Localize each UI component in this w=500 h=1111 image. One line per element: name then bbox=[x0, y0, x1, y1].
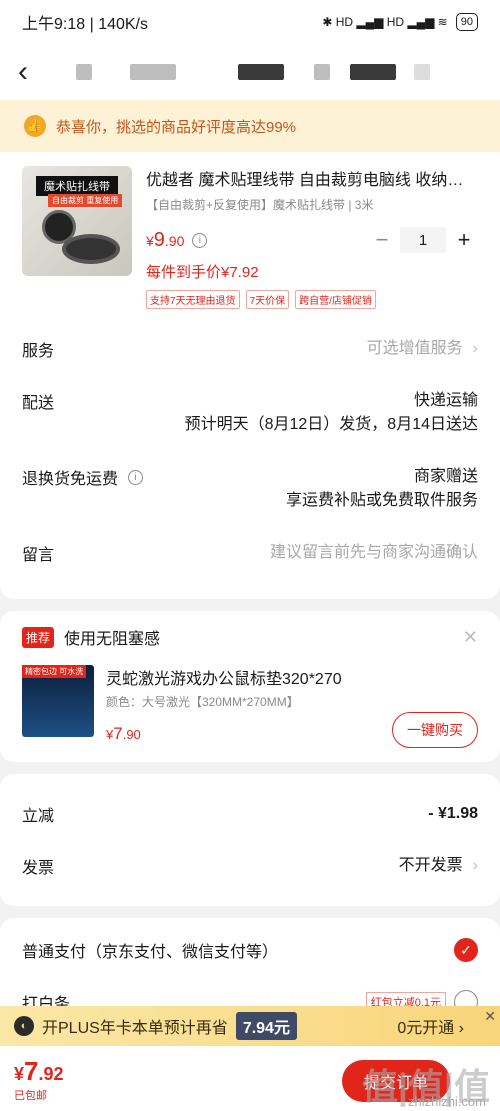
plus-amount: 7.94元 bbox=[235, 1012, 297, 1040]
product-image-sub: 自由裁剪 重复使用 bbox=[48, 194, 123, 207]
recommend-header: 推荐 使用无阻塞感 ✕ bbox=[22, 625, 478, 649]
plus-promo-bar[interactable]: ◐ 开PLUS年卡本单预计再省 7.94元 0元开通 › ✕ bbox=[0, 1006, 500, 1046]
increment-button[interactable]: + bbox=[450, 227, 478, 253]
service-value: 可选增值服务 › bbox=[366, 340, 478, 357]
product-spec[interactable]: 【自由裁剪+反复使用】魔术贴扎线带 | 3米 bbox=[146, 196, 478, 213]
invoice-value: 不开发票 › bbox=[398, 857, 478, 874]
note-input[interactable]: 建议留言前先与商家沟通确认 bbox=[270, 541, 478, 565]
badge-promo: 跨自营/店铺促销 bbox=[295, 290, 376, 309]
unit-price: 每件到手价¥7.92 bbox=[146, 264, 259, 281]
info-icon[interactable]: i bbox=[192, 232, 208, 248]
quantity-stepper: − 1 + bbox=[368, 227, 478, 253]
product-image-tag: 魔术贴扎线带 bbox=[36, 176, 118, 196]
product-item: 魔术贴扎线带 自由裁剪 重复使用 优越者 魔术贴理线带 自由裁剪电脑线 收纳… … bbox=[22, 166, 478, 309]
discount-label: 立减 bbox=[22, 808, 55, 825]
service-label: 服务 bbox=[22, 343, 55, 360]
redacted-block bbox=[238, 64, 284, 80]
invoice-row[interactable]: 发票 不开发票 › bbox=[22, 840, 478, 892]
watermark-url: zhizhizhi.com bbox=[407, 1094, 486, 1109]
product-price: ¥9.90 bbox=[146, 228, 185, 251]
redacted-block bbox=[314, 64, 330, 80]
product-image[interactable]: 魔术贴扎线带 自由裁剪 重复使用 bbox=[22, 166, 132, 276]
praise-banner: 👍 恭喜你，挑选的商品好评度高达99% bbox=[0, 100, 500, 152]
note-label: 留言 bbox=[22, 547, 55, 564]
delivery-row[interactable]: 配送 快递运输 预计明天（8月12日）发货，8月14日送达 bbox=[22, 375, 478, 451]
product-title[interactable]: 优越者 魔术贴理线带 自由裁剪电脑线 收纳… bbox=[146, 166, 478, 190]
signal-icon: ✱ HD ▂▄▆ HD ▂▄▆ ≋ bbox=[322, 15, 448, 29]
nav-bar: ‹ bbox=[0, 44, 500, 100]
order-card: 魔术贴扎线带 自由裁剪 重复使用 优越者 魔术贴理线带 自由裁剪电脑线 收纳… … bbox=[0, 152, 500, 599]
close-icon[interactable]: ✕ bbox=[463, 627, 478, 648]
checked-icon[interactable]: ✓ bbox=[454, 938, 478, 962]
decrement-button[interactable]: − bbox=[368, 227, 396, 253]
plus-icon: ◐ bbox=[14, 1016, 34, 1036]
tape-roll-graphic bbox=[62, 234, 120, 264]
close-icon[interactable]: ✕ bbox=[484, 1008, 496, 1025]
chevron-right-icon: › bbox=[472, 340, 478, 357]
normal-pay-label: 普通支付（京东支付、微信支付等） bbox=[22, 944, 279, 961]
quantity-value[interactable]: 1 bbox=[400, 227, 446, 253]
note-row[interactable]: 留言 建议留言前先与商家沟通确认 bbox=[22, 527, 478, 589]
recommend-card: 推荐 使用无阻塞感 ✕ 精密包边 可水洗 灵蛇激光游戏办公鼠标垫320*270 … bbox=[0, 611, 500, 762]
recommend-image-tag: 精密包边 可水洗 bbox=[22, 665, 87, 678]
redacted-block bbox=[130, 64, 176, 80]
return-row[interactable]: 退换货免运费 i 商家赠送 享运费补贴或免费取件服务 bbox=[22, 451, 478, 527]
return-label: 退换货免运费 i bbox=[22, 465, 144, 489]
invoice-label: 发票 bbox=[22, 860, 55, 877]
service-row[interactable]: 服务 可选增值服务 › bbox=[22, 323, 478, 375]
discount-value: - ¥1.98 bbox=[428, 805, 478, 822]
delivery-label: 配送 bbox=[22, 395, 55, 412]
back-icon[interactable]: ‹ bbox=[18, 55, 48, 89]
delivery-value: 快递运输 预计明天（8月12日）发货，8月14日送达 bbox=[184, 392, 478, 433]
return-value: 商家赠送 享运费补贴或免费取件服务 bbox=[285, 468, 478, 509]
status-icons: ✱ HD ▂▄▆ HD ▂▄▆ ≋ 90 bbox=[322, 13, 478, 31]
discount-row: 立减 - ¥1.98 bbox=[22, 788, 478, 840]
recommend-tag: 推荐 bbox=[22, 626, 55, 648]
recommend-item-title[interactable]: 灵蛇激光游戏办公鼠标垫320*270 bbox=[106, 665, 478, 689]
service-badges: 支持7天无理由退货 7天价保 跨自营/店铺促销 bbox=[146, 290, 478, 309]
redacted-block bbox=[76, 64, 92, 80]
badge-return: 支持7天无理由退货 bbox=[146, 290, 240, 309]
recommend-image[interactable]: 精密包边 可水洗 bbox=[22, 665, 94, 737]
checkout-bar: ¥7.92 已包邮 提交订单 值|值|值 zhizhizhi.com bbox=[0, 1046, 500, 1111]
recommend-title: 使用无阻塞感 bbox=[64, 631, 161, 648]
banner-text: 恭喜你，挑选的商品好评度高达99% bbox=[56, 118, 297, 136]
status-time: 上午9:18 | 140K/s bbox=[22, 16, 149, 33]
recommend-item-spec: 颜色：大号激光【320MM*270MM】 bbox=[106, 695, 299, 709]
thumbs-up-icon: 👍 bbox=[24, 115, 46, 137]
normal-pay-row[interactable]: 普通支付（京东支付、微信支付等） ✓ bbox=[22, 924, 478, 976]
redacted-block bbox=[414, 64, 430, 80]
discount-card: 立减 - ¥1.98 发票 不开发票 › bbox=[0, 774, 500, 906]
one-click-buy-button[interactable]: 一键购买 bbox=[392, 712, 478, 748]
price-row: ¥9.90 i − 1 + bbox=[146, 227, 478, 253]
product-info: 优越者 魔术贴理线带 自由裁剪电脑线 收纳… 【自由裁剪+反复使用】魔术贴扎线带… bbox=[146, 166, 478, 309]
status-bar: 上午9:18 | 140K/s ✱ HD ▂▄▆ HD ▂▄▆ ≋ 90 bbox=[0, 0, 500, 44]
battery-icon: 90 bbox=[455, 13, 478, 31]
plus-text: 开PLUS年卡本单预计再省 bbox=[42, 1020, 228, 1037]
badge-price-protect: 7天价保 bbox=[245, 290, 290, 309]
info-icon[interactable]: i bbox=[128, 469, 144, 485]
chevron-right-icon: › bbox=[472, 857, 478, 874]
recommend-item[interactable]: 精密包边 可水洗 灵蛇激光游戏办公鼠标垫320*270 颜色：大号激光【320M… bbox=[22, 665, 478, 748]
plus-open-link[interactable]: 0元开通 › bbox=[397, 1014, 464, 1038]
redacted-block bbox=[350, 64, 396, 80]
